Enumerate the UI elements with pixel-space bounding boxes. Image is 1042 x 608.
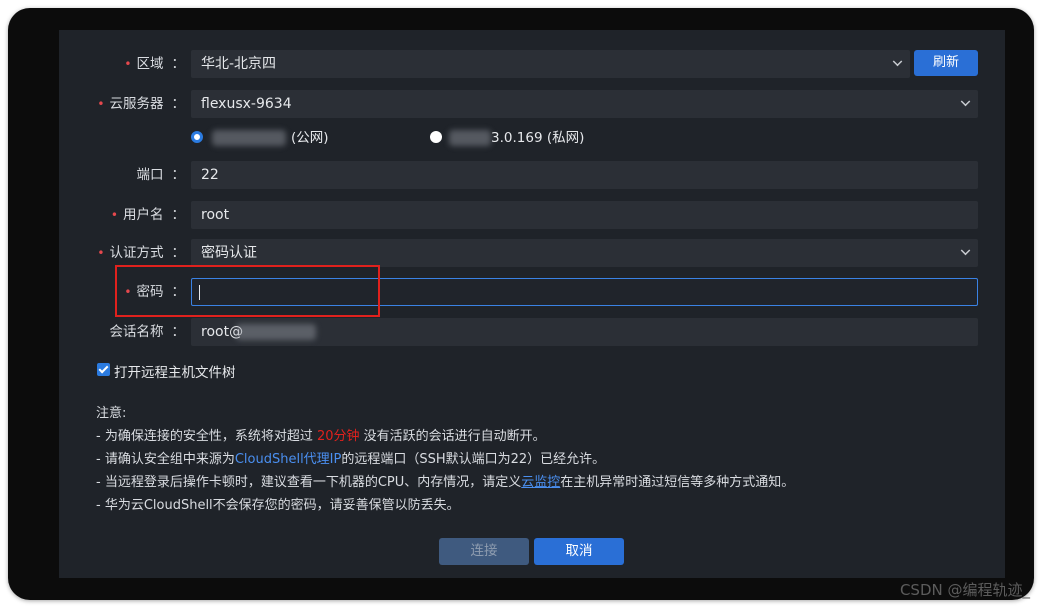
port-input[interactable]: 22 bbox=[191, 161, 978, 189]
server-label: • 云服务器： bbox=[97, 96, 185, 112]
notes-section: 注意: - 为确保连接的安全性，系统将对超过 20分钟 没有活跃的会话进行自动断… bbox=[96, 402, 794, 517]
connect-button[interactable]: 连接 bbox=[439, 538, 529, 565]
private-ip-radio[interactable] bbox=[430, 131, 442, 143]
cloud-monitor-link[interactable]: 云监控 bbox=[521, 475, 560, 490]
server-row: • 云服务器： flexusx-9634 bbox=[59, 90, 1005, 118]
chevron-down-icon bbox=[960, 96, 971, 107]
cancel-button[interactable]: 取消 bbox=[534, 538, 624, 565]
server-value: flexusx-9634 bbox=[201, 96, 292, 112]
watermark: CSDN @编程轨迹_ bbox=[899, 581, 1030, 599]
session-label: 会话名称： bbox=[109, 324, 186, 340]
public-ip-redacted bbox=[212, 130, 286, 146]
public-ip-radio[interactable] bbox=[191, 131, 203, 143]
file-tree-label: 打开远程主机文件树 bbox=[114, 365, 236, 381]
notes-title: 注意: bbox=[96, 406, 127, 421]
annotation-highlight-box bbox=[115, 265, 380, 317]
note-line-3: - 当远程登录后操作卡顿时，建议查看一下机器的CPU、内存情况，请定义云监控在主… bbox=[96, 475, 795, 490]
port-label: 端口： bbox=[136, 167, 186, 183]
note-line-4: - 华为云CloudShell不会保存您的密码，请妥善保管以防丢失。 bbox=[96, 498, 460, 513]
auth-label: • 认证方式： bbox=[97, 245, 185, 261]
port-row: 端口： 22 bbox=[59, 161, 1005, 189]
session-row: 会话名称： root@ bbox=[59, 318, 1005, 346]
region-row: • 区域： 华北-北京四 bbox=[59, 50, 1005, 78]
auth-method-select[interactable]: 密码认证 bbox=[191, 239, 978, 267]
window-frame: • 区域： 华北-北京四 刷新 • 云服务器： flexusx-9634 (公网) … bbox=[8, 8, 1034, 600]
chevron-down-icon bbox=[960, 245, 971, 256]
username-row: • 用户名： root bbox=[59, 201, 1005, 229]
private-ip-redacted bbox=[449, 130, 491, 146]
chevron-down-icon bbox=[892, 56, 903, 67]
auth-method-value: 密码认证 bbox=[201, 245, 257, 261]
cloudshell-connect-dialog: • 区域： 华北-北京四 刷新 • 云服务器： flexusx-9634 (公网) … bbox=[59, 30, 1005, 578]
username-label: • 用户名： bbox=[110, 207, 185, 223]
note-line-2: - 请确认安全组中来源为CloudShell代理IP的远程端口（SSH默认端口为… bbox=[96, 452, 606, 467]
note-line-1: - 为确保连接的安全性，系统将对超过 20分钟 没有活跃的会话进行自动断开。 bbox=[96, 429, 546, 444]
refresh-button[interactable]: 刷新 bbox=[914, 50, 978, 76]
region-select[interactable]: 华北-北京四 bbox=[191, 50, 910, 78]
file-tree-checkbox[interactable] bbox=[97, 363, 110, 376]
region-value: 华北-北京四 bbox=[201, 56, 277, 72]
private-ip-label: 3.0.169 (私网) bbox=[491, 130, 585, 146]
server-select[interactable]: flexusx-9634 bbox=[191, 90, 978, 118]
region-label: • 区域： bbox=[124, 56, 185, 72]
public-ip-label: (公网) bbox=[291, 130, 329, 146]
username-input[interactable]: root bbox=[191, 201, 978, 229]
auth-row: • 认证方式： 密码认证 bbox=[59, 239, 1005, 267]
session-redacted bbox=[236, 324, 316, 340]
